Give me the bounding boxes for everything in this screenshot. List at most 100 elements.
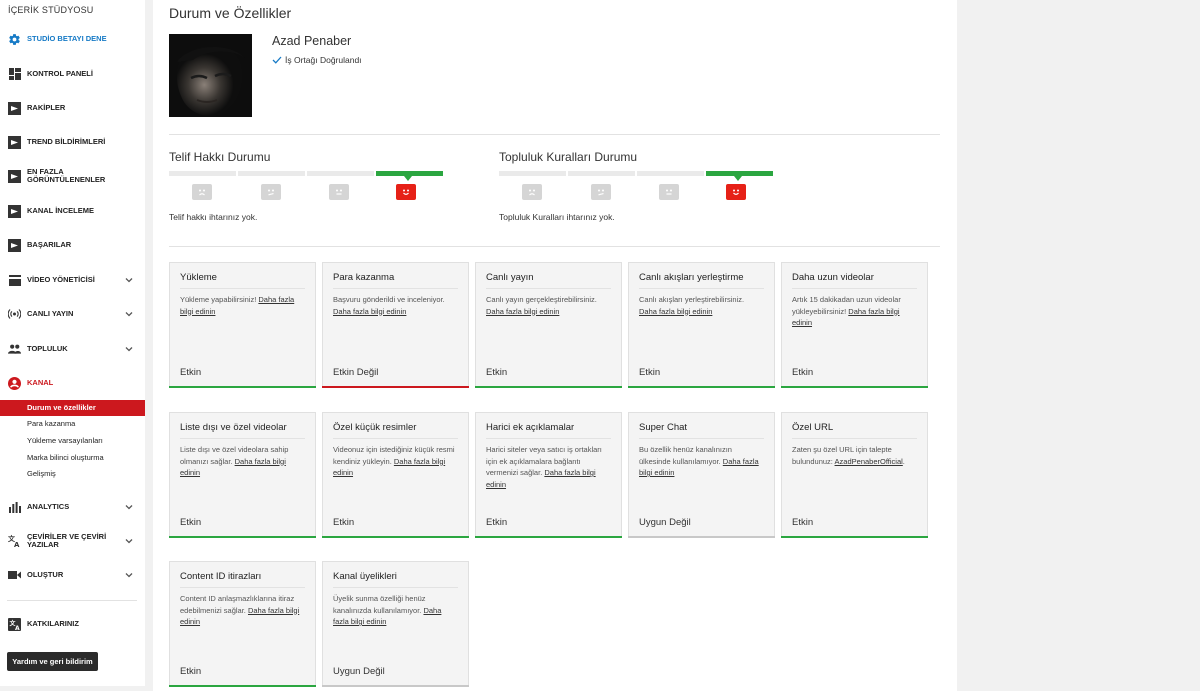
chevron-down-icon[interactable] <box>124 344 134 354</box>
sidebar-item-label: KANAL İNCELEME <box>27 206 94 215</box>
custom-url-link[interactable]: AzadPenaberOfficial <box>835 457 903 466</box>
status-bar <box>322 536 469 538</box>
sidebar-item-label: TREND BİLDİRİMLERİ <box>27 137 106 146</box>
card-divider <box>333 288 458 289</box>
feature-card-desc: Canlı akışları yerleştirebilirsiniz. Dah… <box>639 294 764 317</box>
feature-card-status: Etkin <box>180 666 202 677</box>
status-bar <box>322 685 469 687</box>
sidebar-item-label: BAŞARILAR <box>27 240 72 249</box>
sidebar-item-translations[interactable]: 文A ÇEVİRİLER VE ÇEVİRİ YAZILAR <box>0 531 145 551</box>
status-bar <box>781 386 928 388</box>
sidebar-subitem-upload-defaults[interactable]: Yükleme varsayılanları <box>0 433 145 449</box>
live-icon <box>8 308 21 321</box>
unhappy-face-icon <box>591 184 611 200</box>
chevron-down-icon[interactable] <box>124 536 134 546</box>
feature-card-desc: Videonuz için istediğiniz küçük resmi ke… <box>333 444 458 479</box>
feature-card-title: Canlı akışları yerleştirme <box>639 272 744 283</box>
chevron-down-icon[interactable] <box>124 502 134 512</box>
sidebar-item-label: KANAL <box>27 378 54 387</box>
svg-text:A: A <box>15 625 20 631</box>
sad-face-icon <box>522 184 542 200</box>
sidebar-subitem-branding[interactable]: Marka bilinci oluşturma <box>0 450 145 466</box>
sidebar-item-contributions[interactable]: 文A KATKILARINIZ <box>0 617 145 631</box>
community-status-note: Topluluk Kuralları ihtarınız yok. <box>499 212 615 222</box>
sidebar-item-create[interactable]: OLUŞTUR <box>0 568 145 582</box>
status-faces <box>499 184 771 202</box>
sidebar-item-channel-audit[interactable]: KANAL İNCELEME <box>0 204 145 218</box>
sidebar-item-label: VİDEO YÖNETİCİSİ <box>27 275 95 284</box>
status-faces <box>169 184 441 202</box>
chevron-down-icon[interactable] <box>124 309 134 319</box>
divider <box>169 246 940 247</box>
page-title: Durum ve Özellikler <box>169 5 292 21</box>
sidebar-item-trend-alerts[interactable]: TREND BİLDİRİMLERİ <box>0 135 145 149</box>
feature-card-status: Etkin <box>180 517 202 528</box>
sidebar-item-channel[interactable]: KANAL <box>0 376 145 390</box>
neutral-face-icon <box>659 184 679 200</box>
happy-face-icon <box>726 184 746 200</box>
sidebar-item-competitors[interactable]: RAKİPLER <box>0 101 145 115</box>
vidiq-icon <box>8 204 21 218</box>
vidiq-icon <box>8 135 21 149</box>
feature-card-desc: Üyelik sunma özelliği henüz kanalınızda … <box>333 593 458 628</box>
status-segment <box>307 171 374 176</box>
sidebar-item-label: STUDİO BETAYI DENE <box>27 34 107 43</box>
vidiq-icon <box>8 238 21 252</box>
divider <box>169 134 940 135</box>
learn-more-link[interactable]: Daha fazla bilgi edinin <box>639 307 712 316</box>
status-segment <box>499 171 566 176</box>
sidebar-subitem-advanced[interactable]: Gelişmiş <box>0 466 145 482</box>
chevron-down-icon[interactable] <box>124 570 134 580</box>
sidebar-item-community[interactable]: TOPLULUK <box>0 342 145 356</box>
feature-card-title: Para kazanma <box>333 272 395 283</box>
channel-icon <box>8 376 21 390</box>
sidebar-item-dashboard[interactable]: KONTROL PANELİ <box>0 67 145 81</box>
learn-more-link[interactable]: Daha fazla bilgi edinin <box>333 307 406 316</box>
contributions-icon: 文A <box>8 617 21 631</box>
status-bar <box>781 536 928 538</box>
dashboard-icon <box>8 68 21 81</box>
card-divider <box>180 438 305 439</box>
studio-title: İÇERİK STÜDYOSU <box>8 5 94 15</box>
sidebar-subitem-status-features[interactable]: Durum ve özellikler <box>0 400 145 416</box>
feature-card-title: Super Chat <box>639 422 688 433</box>
unhappy-face-icon <box>261 184 281 200</box>
community-status: Topluluk Kuralları Durumu Topluluk Kural… <box>499 150 773 222</box>
help-feedback-button[interactable]: Yardım ve geri bildirim <box>7 652 98 671</box>
sidebar-item-try-studio-beta[interactable]: STUDİO BETAYI DENE <box>0 32 145 46</box>
sidebar-item-label: CANLI YAYIN <box>27 309 74 318</box>
feature-card-title: Liste dışı ve özel videolar <box>180 422 287 433</box>
learn-more-link[interactable]: Daha fazla bilgi edinin <box>486 307 559 316</box>
feature-card-content-id-disputes: Content ID itirazları Content ID anlaşma… <box>169 561 316 687</box>
feature-card-title: Özel URL <box>792 422 834 433</box>
sidebar-item-label-line2: YAZILAR <box>27 540 59 549</box>
sad-face-icon <box>192 184 212 200</box>
copyright-status: Telif Hakkı Durumu Telif hakkı ihtarınız… <box>169 150 443 222</box>
avatar[interactable] <box>169 34 252 117</box>
feature-card-live-streaming: Canlı yayın Canlı yayın gerçekleştirebil… <box>475 262 622 388</box>
feature-card-super-chat: Super Chat Bu özellik henüz kanalınızın … <box>628 412 775 538</box>
sidebar-item-label: KONTROL PANELİ <box>27 69 93 78</box>
copyright-status-title: Telif Hakkı Durumu <box>169 150 271 164</box>
sidebar-item-label: TOPLULUK <box>27 344 68 353</box>
status-bar <box>322 386 469 388</box>
card-divider <box>180 587 305 588</box>
sidebar-item-analytics[interactable]: ANALYTICS <box>0 500 145 514</box>
community-status-title: Topluluk Kuralları Durumu <box>499 150 638 164</box>
sidebar-subitem-monetization[interactable]: Para kazanma <box>0 416 145 432</box>
feature-card-status: Etkin <box>180 367 202 378</box>
status-pointer <box>404 176 412 181</box>
chevron-down-icon[interactable] <box>124 275 134 285</box>
status-bar <box>628 536 775 538</box>
feature-card-title: Canlı yayın <box>486 272 534 283</box>
sidebar-item-live[interactable]: CANLI YAYIN <box>0 307 145 321</box>
feature-card-status: Etkin <box>792 517 814 528</box>
sidebar-item-most-viewed[interactable]: EN FAZLA GÖRÜNTÜLENENLER <box>0 167 145 187</box>
status-segment <box>169 171 236 176</box>
status-bar <box>475 536 622 538</box>
feature-desc-text: Canlı akışları yerleştirebilirsiniz. <box>639 295 745 304</box>
sidebar-item-achievements[interactable]: BAŞARILAR <box>0 238 145 252</box>
feature-desc-text: Üyelik sunma özelliği henüz kanalınızda … <box>333 594 426 615</box>
sidebar-item-video-manager[interactable]: VİDEO YÖNETİCİSİ <box>0 273 145 287</box>
feature-card-external-annotations: Harici ek açıklamalar Harici siteler vey… <box>475 412 622 538</box>
